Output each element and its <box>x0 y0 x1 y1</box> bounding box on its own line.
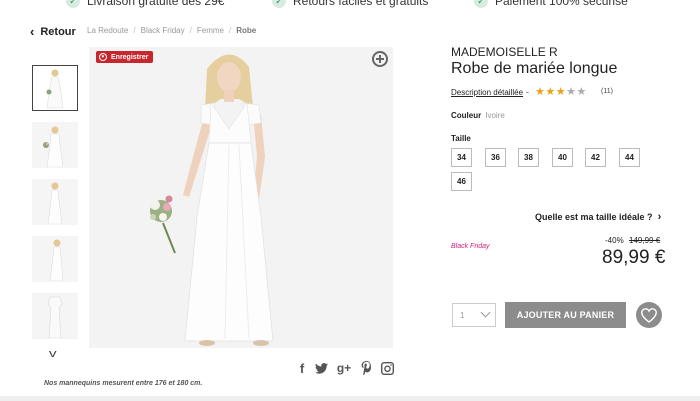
check-icon: ✓ <box>474 0 488 8</box>
star-empty-icon: ★ <box>576 86 587 98</box>
benefit-payment: ✓ Paiement 100% sécurisé <box>474 0 628 8</box>
google-plus-icon[interactable]: g+ <box>335 360 353 376</box>
benefit-delivery: ✓ Livraison gratuite dès 29€ <box>66 0 224 8</box>
check-icon: ✓ <box>272 0 286 8</box>
save-button[interactable]: ♥ Enregistrer <box>96 51 154 63</box>
breadcrumb-separator: / <box>133 26 136 35</box>
size-option-36[interactable]: 36 <box>485 148 506 167</box>
benefit-text: Livraison gratuite dès 29€ <box>87 0 225 8</box>
dress-thumbnail-image <box>47 296 63 338</box>
size-guide-label: Quelle est ma taille idéale ? <box>535 212 653 222</box>
dress-thumbnail-image <box>47 182 63 224</box>
discount-badge: -40% <box>605 236 624 245</box>
breadcrumb-item[interactable]: Femme <box>197 26 224 35</box>
zoom-icon[interactable] <box>372 51 388 67</box>
save-label: Enregistrer <box>111 53 149 61</box>
star-filled-icon: ★ <box>535 86 546 98</box>
back-link[interactable]: ‹ Retour <box>30 24 76 39</box>
model-height-note: Nos mannequins mesurent entre 176 et 180… <box>44 380 203 387</box>
pinterest-icon[interactable] <box>359 360 373 376</box>
size-option-38[interactable]: 38 <box>518 148 539 167</box>
old-price: 149,99 € <box>629 236 661 245</box>
size-option-42[interactable]: 42 <box>585 148 606 167</box>
thumbnail-3[interactable] <box>32 179 78 225</box>
model-in-dress-image <box>89 47 393 348</box>
heart-icon <box>641 307 657 323</box>
quantity-value: 1 <box>460 310 465 320</box>
color-row: Couleur Ivoire <box>451 111 505 120</box>
check-icon: ✓ <box>66 0 80 8</box>
thumbnail-5[interactable] <box>32 293 78 339</box>
star-filled-icon: ★ <box>545 86 556 98</box>
brand-name[interactable]: MADEMOISELLE R <box>451 45 558 59</box>
benefit-text: Paiement 100% sécurisé <box>495 0 628 8</box>
star-empty-icon: ★ <box>566 86 577 98</box>
size-guide-link[interactable]: Quelle est ma taille idéale ? › <box>535 211 661 223</box>
chevron-left-icon: ‹ <box>30 24 35 39</box>
breadcrumb-separator: / <box>228 26 232 35</box>
breadcrumb: La Redoute / Black Friday / Femme / Robe <box>87 26 256 35</box>
review-count[interactable]: (11) <box>601 88 613 95</box>
twitter-icon[interactable] <box>313 360 329 376</box>
thumbnail-4[interactable] <box>32 236 78 282</box>
current-price: 89,99 € <box>602 247 666 268</box>
facebook-icon[interactable]: f <box>297 360 307 376</box>
separator: - <box>526 87 529 97</box>
size-option-44[interactable]: 44 <box>619 148 640 167</box>
size-option-40[interactable]: 40 <box>552 148 573 167</box>
star-filled-icon: ★ <box>555 86 567 98</box>
product-title: Robe de mariée longue <box>451 60 618 77</box>
quantity-select[interactable]: 1 <box>452 303 496 327</box>
promo-label: Black Friday <box>451 243 490 250</box>
breadcrumb-item[interactable]: Black Friday <box>141 26 185 35</box>
benefit-text: Retours faciles et gratuits <box>293 0 429 8</box>
chevron-down-icon <box>480 307 491 318</box>
description-link[interactable]: Description détaillée <box>451 88 523 97</box>
size-label: Taille <box>451 134 471 143</box>
thumbnail-1[interactable] <box>32 65 78 111</box>
footer-divider <box>0 396 700 401</box>
breadcrumb-item[interactable]: La Redoute <box>87 26 128 35</box>
back-label: Retour <box>40 25 76 38</box>
benefit-returns: ✓ Retours faciles et gratuits <box>272 0 428 8</box>
breadcrumb-separator: / <box>189 26 192 35</box>
size-option-46[interactable]: 46 <box>451 172 472 191</box>
dress-thumbnail-image <box>49 239 64 281</box>
breadcrumb-current: Robe <box>236 26 257 35</box>
chevron-down-icon[interactable]: v <box>49 348 57 360</box>
color-value: Ivoire <box>485 111 505 120</box>
product-photo[interactable] <box>89 47 393 348</box>
add-to-cart-button[interactable]: AJOUTER AU PANIER <box>505 302 626 328</box>
instagram-icon[interactable] <box>380 360 394 376</box>
dress-thumbnail-image <box>43 126 64 167</box>
rating-stars[interactable]: ★★★★★ <box>535 85 587 98</box>
dress-thumbnail-image <box>46 69 64 109</box>
benefits-banner: ✓ Livraison gratuite dès 29€ ✓ Retours f… <box>0 0 700 12</box>
heart-icon: ♥ <box>99 53 107 61</box>
size-option-34[interactable]: 34 <box>451 148 472 167</box>
thumbnail-2[interactable] <box>32 122 78 168</box>
color-label: Couleur <box>451 111 482 120</box>
chevron-right-icon: › <box>657 211 662 223</box>
wishlist-button[interactable] <box>636 302 662 328</box>
